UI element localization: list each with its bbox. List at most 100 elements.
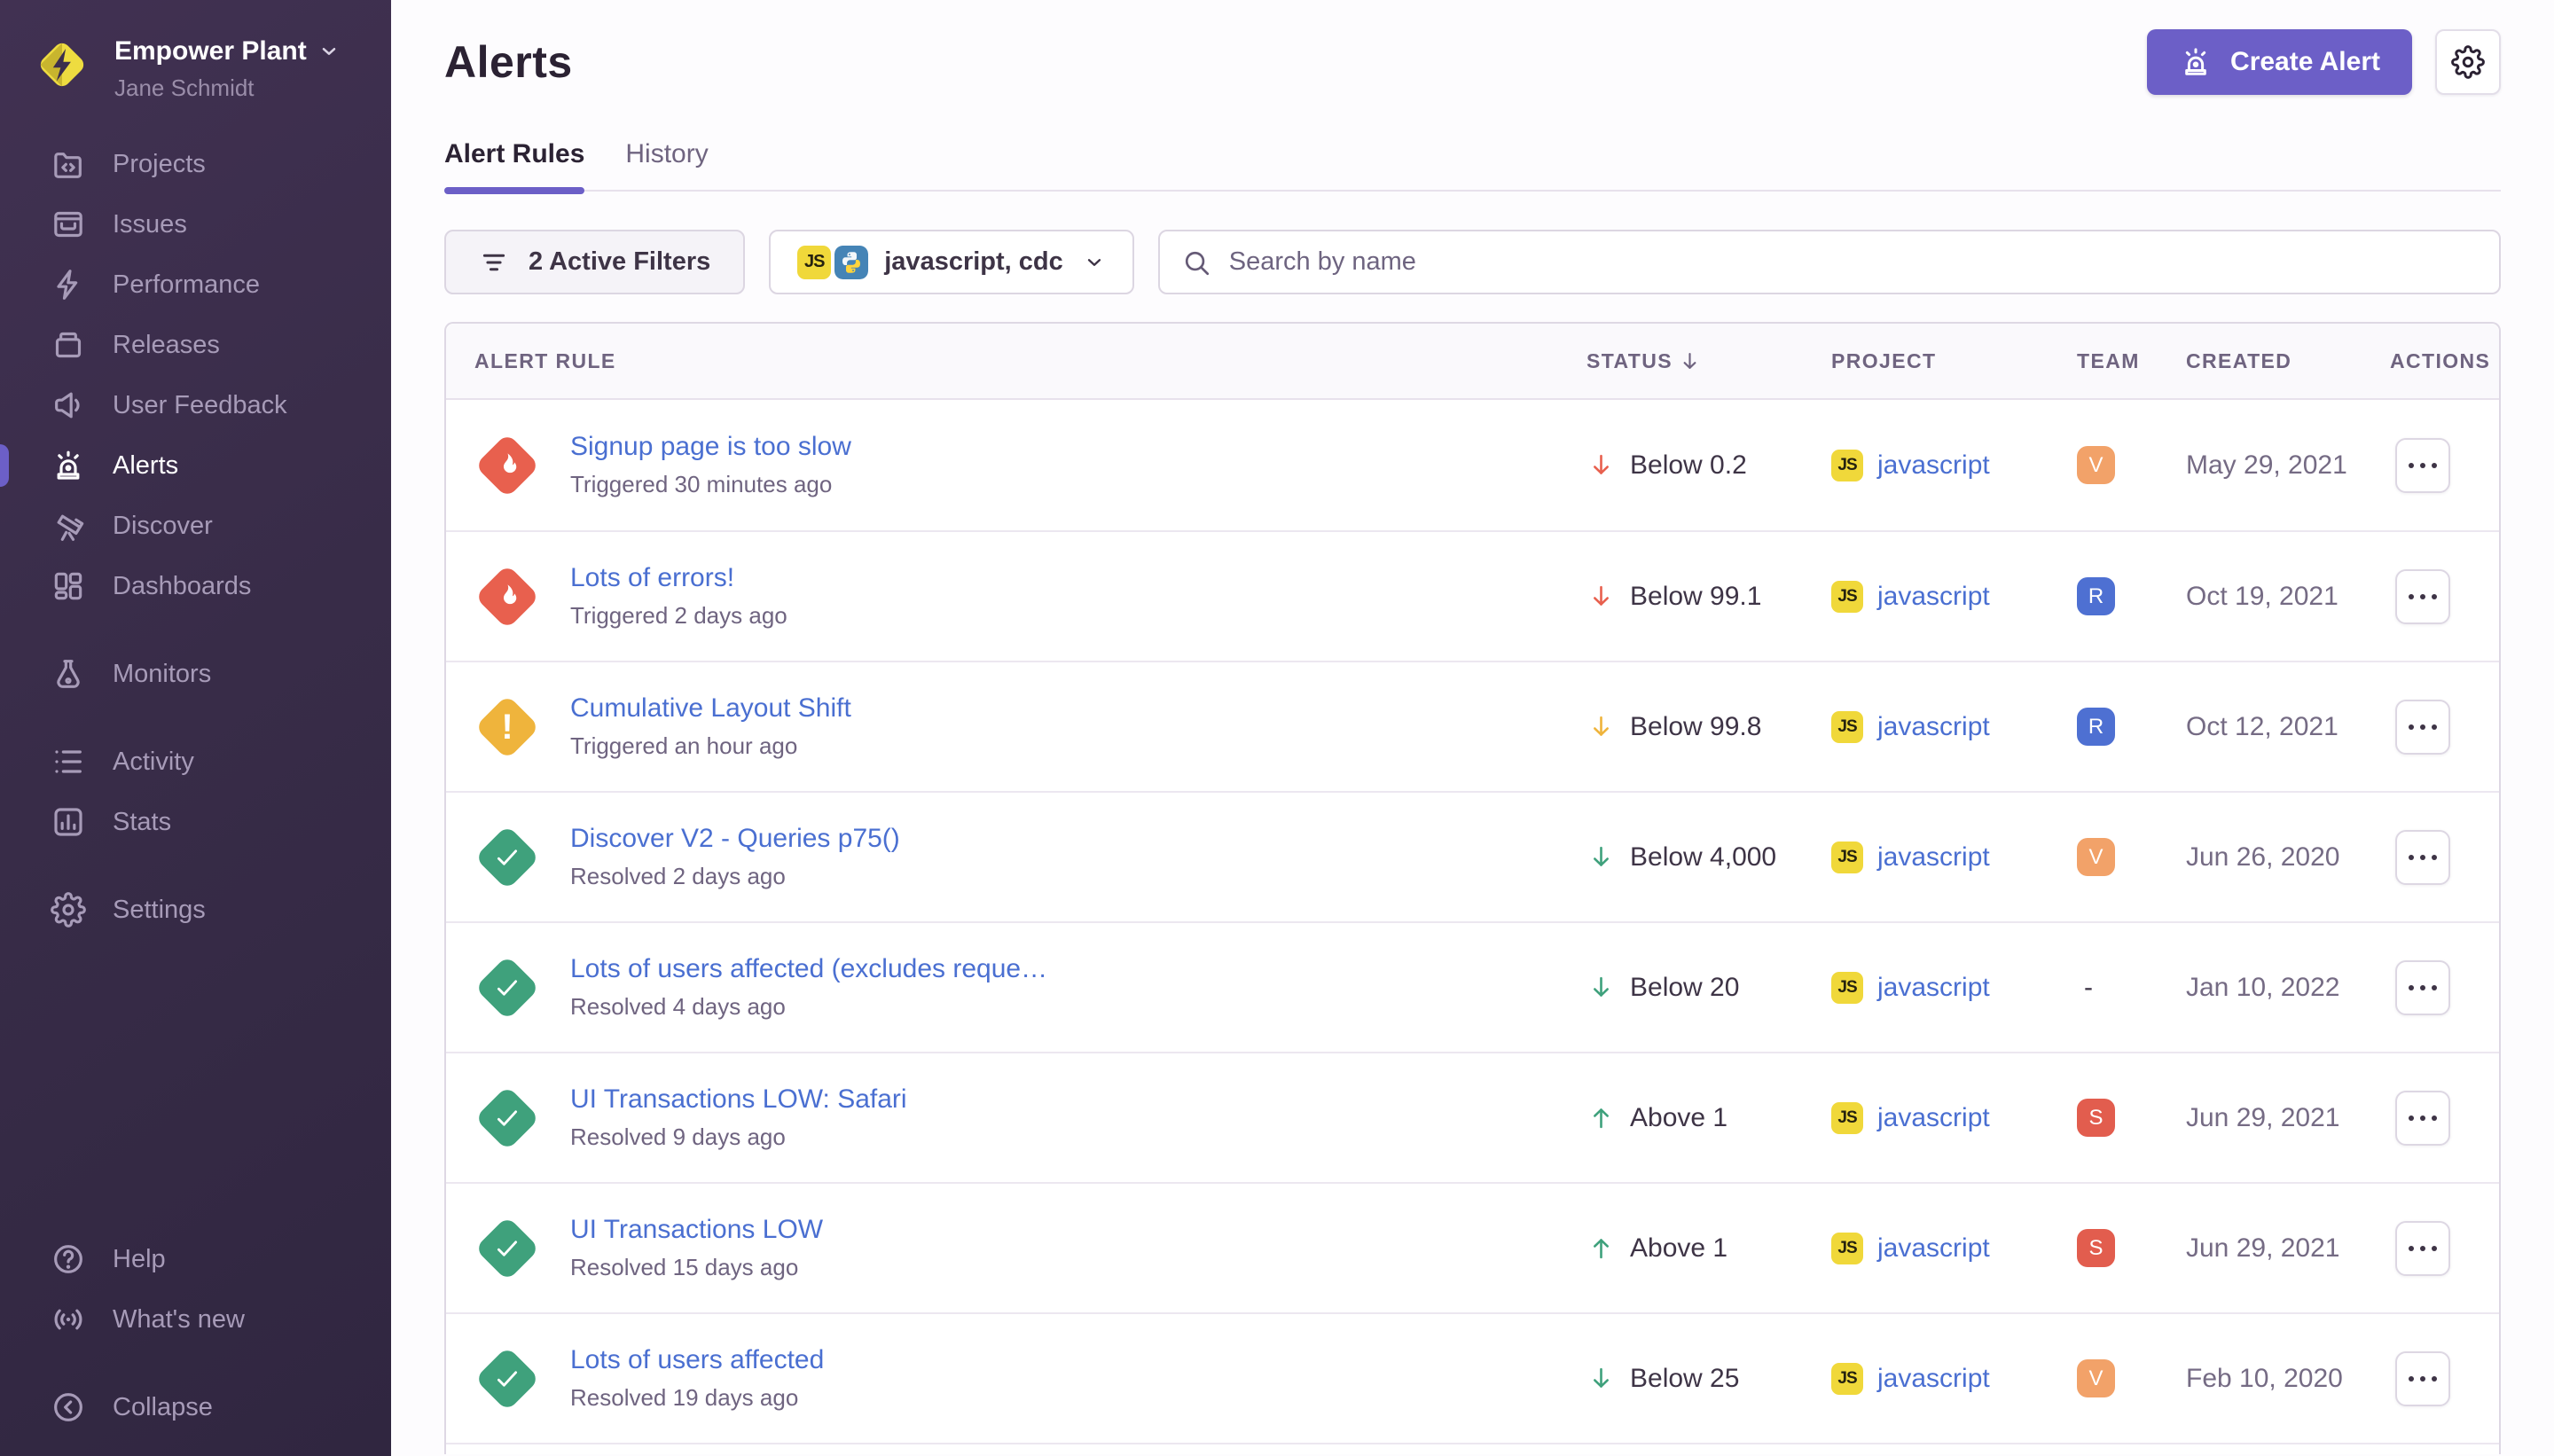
column-header-created[interactable]: Created <box>2186 349 2390 373</box>
team-avatar[interactable]: V <box>2077 446 2115 484</box>
status-cell: Above 1 <box>1586 1233 1831 1264</box>
row-actions-button[interactable] <box>2395 1221 2450 1276</box>
project-link[interactable]: javascript <box>1877 582 1990 612</box>
create-alert-button[interactable]: Create Alert <box>2147 29 2412 95</box>
table-header: Alert RuleStatusProjectTeamCreatedAction… <box>446 324 2499 400</box>
tab-alert-rules[interactable]: Alert Rules <box>444 139 584 190</box>
team-avatar[interactable]: S <box>2077 1229 2115 1267</box>
sidebar-item-performance[interactable]: Performance <box>0 254 391 315</box>
project-link[interactable]: javascript <box>1877 450 1990 481</box>
alert-rule-link[interactable]: Lots of errors! <box>570 563 787 593</box>
project-cell: JS javascript <box>1831 450 2077 481</box>
sidebar-item-help[interactable]: Help <box>0 1229 391 1289</box>
alert-rule-cell: Discover V2 - Queries p75() Resolved 2 d… <box>474 824 1586 890</box>
alert-rules-table: Alert RuleStatusProjectTeamCreatedAction… <box>444 322 2501 1454</box>
project-selector[interactable]: JS javascript, cdc <box>769 230 1134 294</box>
sidebar-item-stats[interactable]: Stats <box>0 792 391 852</box>
status-threshold: Below 25 <box>1630 1364 1739 1394</box>
row-actions-button[interactable] <box>2395 438 2450 493</box>
active-filters-button[interactable]: 2 Active Filters <box>444 230 745 294</box>
org-logo-icon <box>33 35 91 94</box>
sidebar-item-settings[interactable]: Settings <box>0 880 391 940</box>
team-avatar[interactable]: V <box>2077 838 2115 876</box>
sidebar-item-label: Discover <box>113 512 213 541</box>
alert-rule-note: Triggered 2 days ago <box>570 602 787 630</box>
sidebar-item-discover[interactable]: Discover <box>0 496 391 556</box>
column-header-status[interactable]: Status <box>1586 349 1831 373</box>
sidebar-item-activity[interactable]: Activity <box>0 732 391 792</box>
team-none: - <box>2077 973 2093 1002</box>
alert-rule-note: Triggered an hour ago <box>570 732 851 760</box>
project-link[interactable]: javascript <box>1877 842 1990 873</box>
alert-rule-link[interactable]: UI Transactions LOW <box>570 1215 823 1245</box>
sidebar-item-releases[interactable]: Releases <box>0 315 391 375</box>
project-cell: JS javascript <box>1831 972 2077 1004</box>
filter-bar: 2 Active Filters JS javascript, cdc <box>444 230 2501 294</box>
discover-icon <box>51 508 86 544</box>
alert-rule-note: Resolved 2 days ago <box>570 863 900 890</box>
alert-rule-link[interactable]: Discover V2 - Queries p75() <box>570 824 900 854</box>
column-header-team[interactable]: Team <box>2077 349 2186 373</box>
table-row-partial <box>446 1443 2499 1454</box>
alert-rule-link[interactable]: Signup page is too slow <box>570 432 851 462</box>
sidebar-item-collapse[interactable]: Collapse <box>0 1377 391 1437</box>
sidebar-item-dashboards[interactable]: Dashboards <box>0 556 391 616</box>
team-cell: S <box>2077 1099 2186 1137</box>
column-header-alert-rule[interactable]: Alert Rule <box>474 349 1586 373</box>
fire-icon <box>491 450 523 481</box>
row-actions-button[interactable] <box>2395 960 2450 1015</box>
column-header-actions[interactable]: Actions <box>2390 349 2490 373</box>
project-link[interactable]: javascript <box>1877 1364 1990 1394</box>
arrow-down-icon <box>1586 712 1616 741</box>
sidebar-item-label: What's new <box>113 1305 245 1335</box>
sidebar-item-user-feedback[interactable]: User Feedback <box>0 375 391 435</box>
created-cell: Jan 10, 2022 <box>2186 973 2390 1003</box>
project-link[interactable]: javascript <box>1877 712 1990 742</box>
row-actions-button[interactable] <box>2395 830 2450 885</box>
alert-rule-link[interactable]: Cumulative Layout Shift <box>570 693 851 724</box>
project-link[interactable]: javascript <box>1877 973 1990 1003</box>
arrow-down-icon <box>1586 582 1616 611</box>
sidebar-item-alerts[interactable]: Alerts <box>0 435 391 496</box>
table-row: UI Transactions LOW Resolved 15 days ago… <box>446 1182 2499 1312</box>
column-header-project[interactable]: Project <box>1831 349 2077 373</box>
filter-icon <box>479 247 509 278</box>
help-icon <box>51 1241 86 1277</box>
alert-rule-link[interactable]: Lots of users affected <box>570 1345 824 1375</box>
arrow-down-icon <box>1586 842 1616 872</box>
team-avatar[interactable]: R <box>2077 577 2115 615</box>
critical-diamond-icon <box>474 433 540 498</box>
settings-button[interactable] <box>2435 29 2501 95</box>
project-cell: JS javascript <box>1831 1363 2077 1395</box>
project-link[interactable]: javascript <box>1877 1103 1990 1133</box>
project-link[interactable]: javascript <box>1877 1233 1990 1264</box>
search-input[interactable] <box>1227 247 2478 278</box>
alert-rule-link[interactable]: Lots of users affected (excludes reque… <box>570 954 1047 984</box>
team-avatar[interactable]: V <box>2077 1359 2115 1397</box>
alert-rule-link[interactable]: UI Transactions LOW: Safari <box>570 1084 907 1115</box>
row-actions-button[interactable] <box>2395 1091 2450 1146</box>
row-actions-button[interactable] <box>2395 1351 2450 1406</box>
team-cell: V <box>2077 838 2186 876</box>
sidebar-item-projects[interactable]: Projects <box>0 134 391 194</box>
sidebar-item-issues[interactable]: Issues <box>0 194 391 254</box>
row-actions-button[interactable] <box>2395 569 2450 624</box>
tab-history[interactable]: History <box>625 139 708 190</box>
page-header: Alerts Create Alert <box>444 0 2501 95</box>
sidebar-item-what-s-new[interactable]: What's new <box>0 1289 391 1350</box>
team-cell: V <box>2077 446 2186 484</box>
javascript-badge-icon: JS <box>1831 581 1863 613</box>
search-field <box>1158 230 2501 294</box>
team-cell: - <box>2077 973 2186 1003</box>
sidebar-item-monitors[interactable]: Monitors <box>0 644 391 704</box>
table-row: UI Transactions LOW: Safari Resolved 9 d… <box>446 1052 2499 1182</box>
org-switcher[interactable]: Empower Plant Jane Schmidt <box>0 0 391 102</box>
sidebar-item-label: Dashboards <box>113 572 251 601</box>
team-avatar[interactable]: R <box>2077 708 2115 746</box>
alerts-icon <box>51 448 86 483</box>
alert-rule-cell: UI Transactions LOW: Safari Resolved 9 d… <box>474 1084 1586 1151</box>
python-badge-icon <box>834 246 868 279</box>
row-actions-button[interactable] <box>2395 700 2450 755</box>
team-avatar[interactable]: S <box>2077 1099 2115 1137</box>
javascript-badge-icon: JS <box>1831 450 1863 481</box>
